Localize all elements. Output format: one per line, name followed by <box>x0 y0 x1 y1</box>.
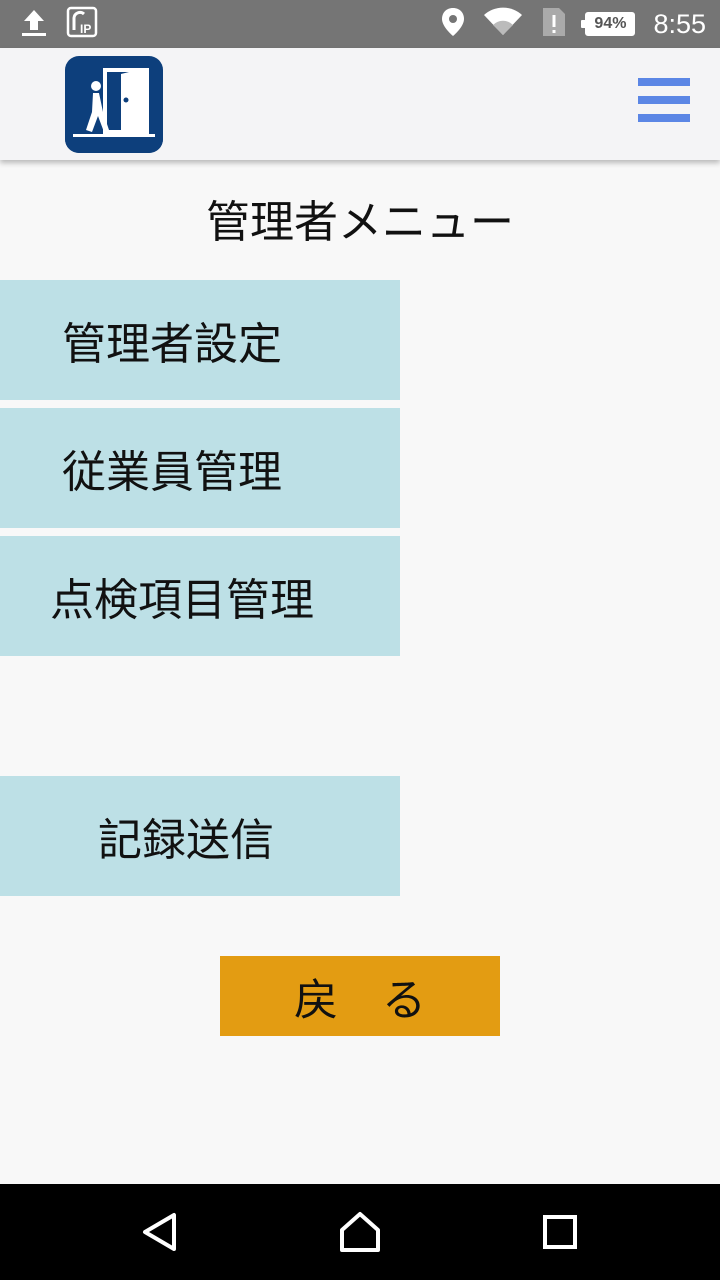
inspection-item-management-button[interactable]: 点検項目管理 <box>0 536 400 656</box>
sim-alert-icon <box>541 6 567 42</box>
page-title: 管理者メニュー <box>206 197 514 248</box>
app-bar <box>0 48 720 160</box>
back-triangle-icon[interactable] <box>130 1202 190 1262</box>
wifi-icon <box>483 7 523 41</box>
ip-icon: IP <box>66 6 98 42</box>
battery-icon: 94% <box>581 12 636 36</box>
record-send-button[interactable]: 記録送信 <box>0 776 400 896</box>
svg-text:IP: IP <box>80 22 91 36</box>
back-button[interactable]: 戻 る <box>220 956 500 1036</box>
status-bar: IP 94% 8:55 <box>0 0 720 48</box>
upload-icon <box>18 6 50 42</box>
navigation-bar <box>0 1184 720 1280</box>
hamburger-menu-icon[interactable] <box>632 74 696 134</box>
clock: 8:55 <box>653 8 706 39</box>
recents-icon[interactable] <box>530 1202 590 1262</box>
home-icon[interactable] <box>330 1202 390 1262</box>
location-icon <box>441 7 465 41</box>
exit-door-person-icon <box>65 56 163 153</box>
employee-management-button[interactable]: 従業員管理 <box>0 408 400 528</box>
admin-settings-button[interactable]: 管理者設定 <box>0 280 400 400</box>
